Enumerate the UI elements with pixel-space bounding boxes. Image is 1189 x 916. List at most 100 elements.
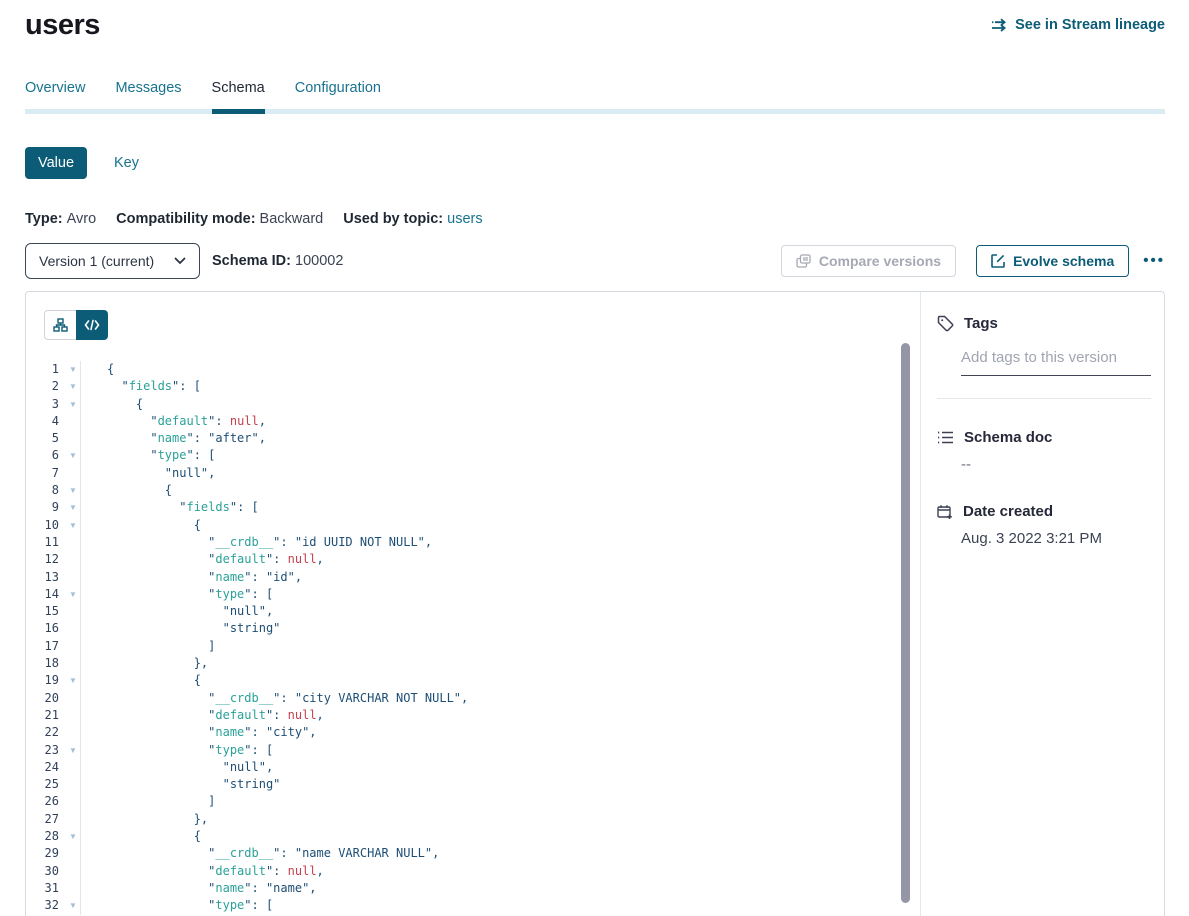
code-text: "__crdb__": "name VARCHAR NULL", [80,845,920,862]
line-number: 32 [26,897,66,914]
code-text: "type": [ [80,586,920,603]
code-line: 24 "null", [26,759,920,776]
key-button[interactable]: Key [114,155,139,171]
code-line: 29 "__crdb__": "name VARCHAR NULL", [26,845,920,862]
fold-toggle-icon[interactable]: ▼ [66,447,80,464]
editor-view-toggle [26,292,920,340]
code-line: 3▼ { [26,396,920,413]
line-number: 16 [26,620,66,637]
code-text: }, [80,811,920,828]
version-select[interactable]: Version 1 (current) [25,243,200,279]
tab-overview[interactable]: Overview [25,80,85,109]
line-number: 22 [26,724,66,741]
fold-spacer [66,759,80,776]
tab-schema[interactable]: Schema [212,80,265,109]
fold-toggle-icon[interactable]: ▼ [66,897,80,914]
fold-toggle-icon[interactable]: ▼ [66,499,80,516]
code-line: 18 }, [26,655,920,672]
tab-messages[interactable]: Messages [115,80,181,109]
code-line: 27 }, [26,811,920,828]
line-number: 26 [26,793,66,810]
code-text: ] [80,638,920,655]
code-line: 21 "default": null, [26,707,920,724]
schema-meta-row: Type:AvroCompatibility mode:BackwardUsed… [25,211,1165,227]
code-text: { [80,361,920,378]
line-number: 11 [26,534,66,551]
code-line: 16 "string" [26,620,920,637]
code-line: 28▼ { [26,828,920,845]
date-created-value: Aug. 3 2022 3:21 PM [961,530,1151,547]
fold-spacer [66,603,80,620]
line-number: 5 [26,430,66,447]
code-text: "fields": [ [80,499,920,516]
editor-scrollbar[interactable] [901,343,910,903]
more-actions-button[interactable]: ••• [1143,245,1165,277]
line-number: 2 [26,378,66,395]
fold-spacer [66,430,80,447]
line-number: 25 [26,776,66,793]
meta-label: Type: [25,211,63,227]
line-number: 20 [26,690,66,707]
schema-panel: 1▼{2▼ "fields": [3▼ {4 "default": null,5… [25,291,1165,916]
code-line: 12 "default": null, [26,551,920,568]
fold-toggle-icon[interactable]: ▼ [66,828,80,845]
line-number: 7 [26,465,66,482]
line-number: 6 [26,447,66,464]
code-lines[interactable]: 1▼{2▼ "fields": [3▼ {4 "default": null,5… [26,361,920,915]
schema-id-value: 100002 [295,253,343,269]
code-line: 1▼{ [26,361,920,378]
compare-icon [796,254,811,268]
value-key-toggle: Value Key [25,147,1165,179]
schema-page: users See in Stream lineage Overview Mess… [0,0,1189,916]
code-line: 15 "null", [26,603,920,620]
fold-spacer [66,880,80,897]
evolve-schema-button[interactable]: Evolve schema [976,245,1129,277]
code-text: "type": [ [80,447,920,464]
fold-spacer [66,551,80,568]
line-number: 13 [26,569,66,586]
code-text: "null", [80,465,920,482]
code-line: 13 "name": "id", [26,569,920,586]
fold-toggle-icon[interactable]: ▼ [66,517,80,534]
add-tags-input[interactable] [961,349,1151,376]
code-text: "type": [ [80,742,920,759]
line-number: 21 [26,707,66,724]
fold-spacer [66,655,80,672]
fold-toggle-icon[interactable]: ▼ [66,586,80,603]
fold-spacer [66,863,80,880]
fold-spacer [66,724,80,741]
fold-toggle-icon[interactable]: ▼ [66,482,80,499]
value-button[interactable]: Value [25,147,87,179]
fold-toggle-icon[interactable]: ▼ [66,396,80,413]
meta-value-link[interactable]: users [447,211,482,227]
line-number: 24 [26,759,66,776]
tree-view-button[interactable] [44,310,76,340]
compare-versions-button[interactable]: Compare versions [781,245,956,277]
code-text: "default": null, [80,413,920,430]
tab-configuration[interactable]: Configuration [295,80,381,109]
page-header: users See in Stream lineage [25,0,1165,42]
schema-id-label: Schema ID: [212,253,291,269]
stream-lineage-icon [991,18,1008,32]
code-text: "fields": [ [80,378,920,395]
code-line: 4 "default": null, [26,413,920,430]
code-text: "type": [ [80,897,920,914]
code-text: "default": null, [80,707,920,724]
code-text: "null", [80,603,920,620]
code-text: { [80,517,920,534]
fold-toggle-icon[interactable]: ▼ [66,742,80,759]
fold-spacer [66,413,80,430]
code-view-button[interactable] [76,310,108,340]
fold-toggle-icon[interactable]: ▼ [66,361,80,378]
fold-toggle-icon[interactable]: ▼ [66,672,80,689]
code-text: }, [80,655,920,672]
stream-lineage-link[interactable]: See in Stream lineage [991,17,1165,33]
fold-toggle-icon[interactable]: ▼ [66,378,80,395]
code-text: "name": "city", [80,724,920,741]
fold-spacer [66,845,80,862]
code-line: 20 "__crdb__": "city VARCHAR NOT NULL", [26,690,920,707]
code-line: 17 ] [26,638,920,655]
line-number: 10 [26,517,66,534]
code-text: "string" [80,776,920,793]
code-text: "null", [80,759,920,776]
